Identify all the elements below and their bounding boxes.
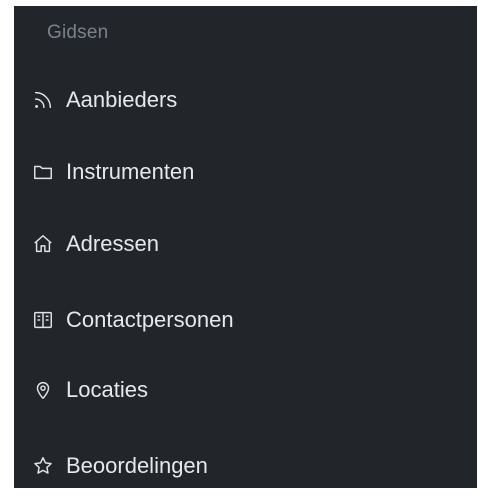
sidebar-item-instrumenten[interactable]: Instrumenten [32,152,194,192]
star-icon [32,455,54,477]
sidebar-item-contactpersonen[interactable]: Contactpersonen [32,300,234,340]
section-title-gidsen: Gidsen [47,22,109,43]
sidebar: Gidsen Aanbieders Instrumenten Adressen [14,6,477,488]
sidebar-item-label: Aanbieders [66,87,178,112]
sidebar-item-label: Adressen [66,231,159,256]
sidebar-item-aanbieders[interactable]: Aanbieders [32,80,177,120]
folder-icon [32,161,54,183]
rss-icon [32,89,54,111]
sidebar-item-label: Locaties [66,377,148,402]
home-icon [32,233,54,255]
sidebar-item-beoordelingen[interactable]: Beoordelingen [32,446,208,486]
address-book-icon [32,309,54,331]
map-pin-icon [32,379,54,401]
sidebar-item-label: Instrumenten [66,159,195,184]
sidebar-item-adressen[interactable]: Adressen [32,224,159,264]
sidebar-item-label: Contactpersonen [66,307,234,332]
sidebar-item-locaties[interactable]: Locaties [32,370,148,410]
sidebar-item-label: Beoordelingen [66,453,208,478]
